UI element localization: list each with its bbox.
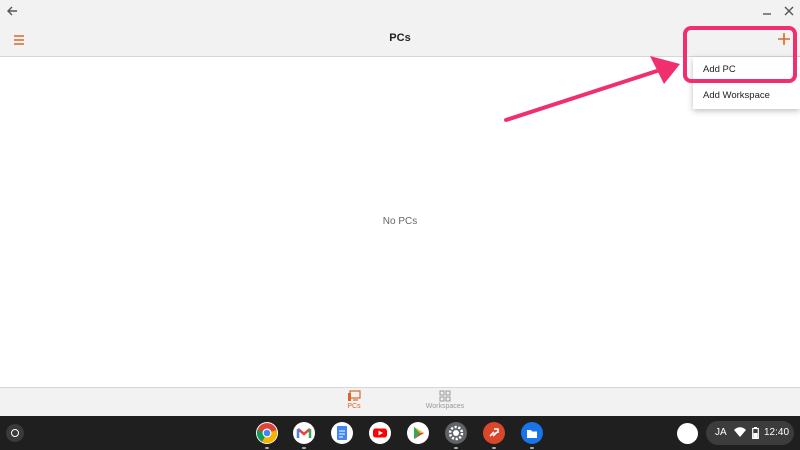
launcher-icon[interactable]	[6, 424, 24, 442]
close-icon[interactable]	[781, 3, 797, 19]
status-tray[interactable]: JA 12:40	[706, 421, 794, 445]
ime-indicator: JA	[715, 427, 727, 438]
files-icon[interactable]	[521, 422, 543, 449]
docs-icon[interactable]	[331, 422, 353, 444]
arrow-left-icon[interactable]	[4, 3, 20, 19]
workspaces-grid-icon	[439, 390, 451, 402]
clock: 12:40	[764, 427, 790, 438]
remote-desktop-icon[interactable]	[483, 422, 505, 449]
annotation-highlight-box	[683, 26, 797, 83]
os-shelf: JA 12:40	[0, 416, 800, 450]
tab-workspaces[interactable]: Workspaces	[415, 390, 475, 416]
battery-icon	[752, 427, 759, 439]
gmail-icon[interactable]	[293, 422, 315, 449]
bottom-navigation: PCs Workspaces	[0, 387, 800, 416]
annotation-arrow	[504, 56, 680, 122]
settings-icon[interactable]	[445, 422, 467, 449]
chrome-icon[interactable]	[256, 422, 278, 449]
monitor-icon	[348, 390, 361, 401]
add-workspace-menu-item[interactable]: Add Workspace	[693, 83, 800, 109]
tab-pcs[interactable]: PCs	[324, 390, 384, 416]
minimize-icon[interactable]	[759, 3, 775, 19]
tab-workspaces-label: Workspaces	[425, 403, 465, 410]
avatar[interactable]	[677, 423, 698, 444]
play-store-icon[interactable]	[407, 422, 429, 444]
tab-pcs-label: PCs	[347, 403, 361, 410]
wifi-icon	[734, 427, 746, 437]
page-title: PCs	[389, 32, 411, 44]
youtube-icon[interactable]	[369, 422, 391, 444]
window-titlebar	[0, 0, 800, 22]
empty-state-text: No PCs	[382, 216, 418, 227]
